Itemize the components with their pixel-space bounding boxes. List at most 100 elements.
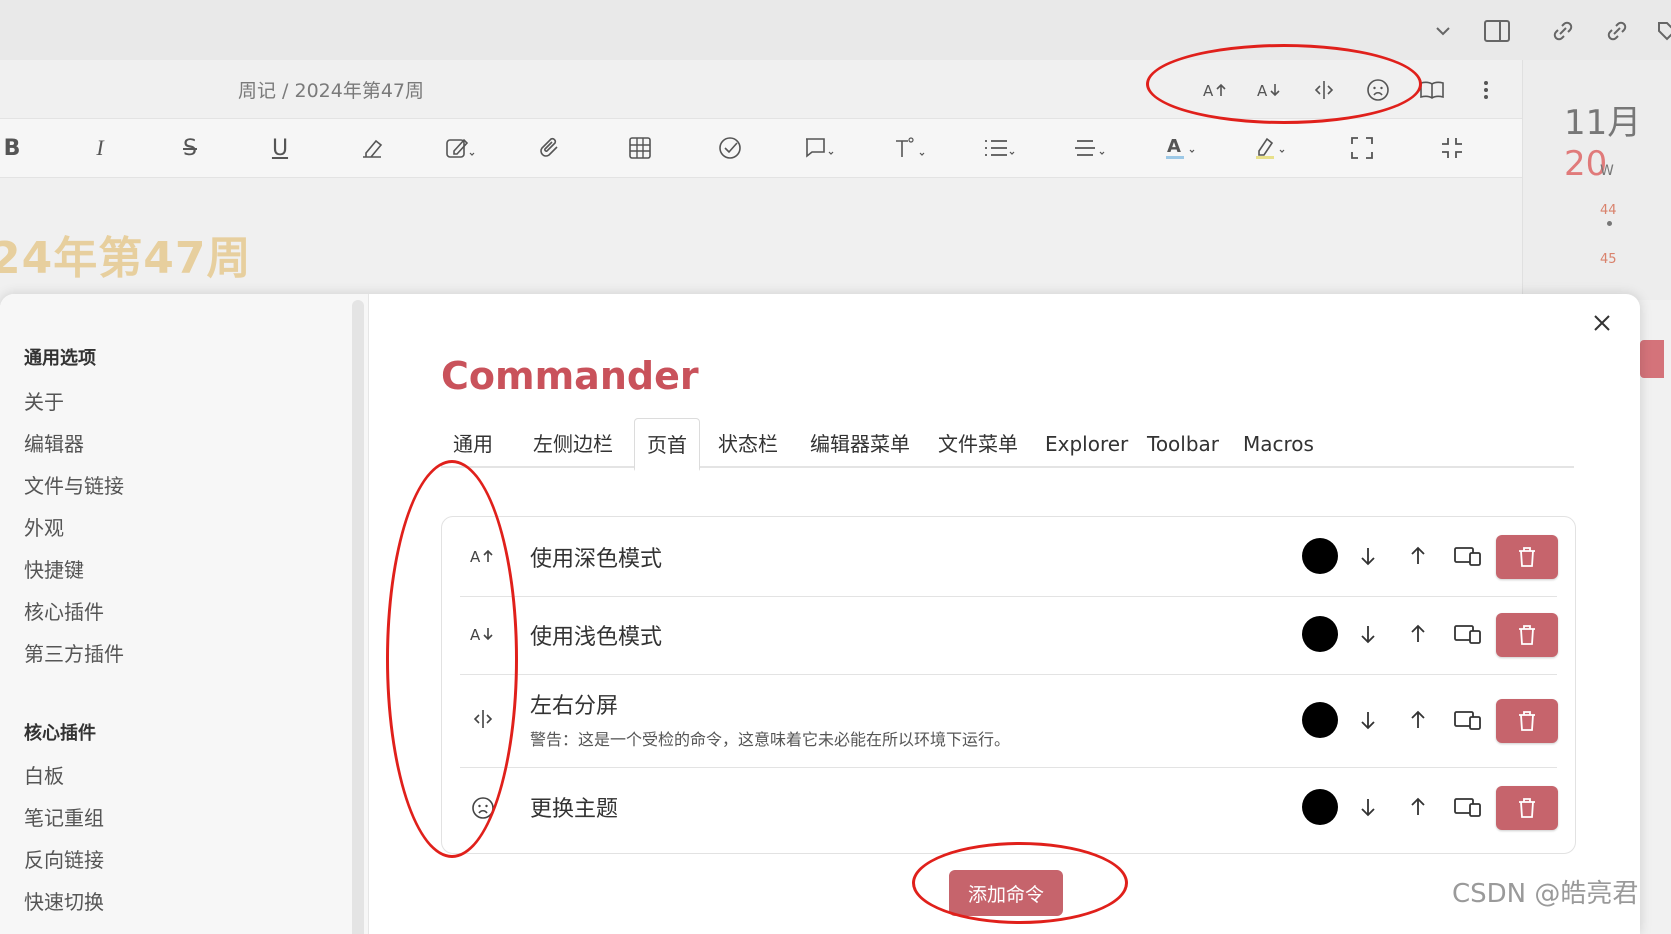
checkbox-icon[interactable]: [710, 129, 750, 167]
sidebar-item-core-plugins[interactable]: 核心插件: [24, 596, 104, 625]
sidebar-item-note-composer[interactable]: 笔记重组: [24, 802, 104, 831]
chevron-down-icon[interactable]: [1426, 14, 1460, 48]
list-icon[interactable]: [980, 129, 1020, 167]
delete-button[interactable]: [1496, 699, 1558, 743]
bold-icon[interactable]: B: [0, 129, 32, 167]
move-up-icon[interactable]: [1400, 789, 1436, 825]
svg-text:A: A: [1203, 82, 1214, 98]
tab-explorer[interactable]: Explorer: [1033, 424, 1140, 466]
sidebar-item-canvas[interactable]: 白板: [24, 760, 64, 789]
calendar-month-label: 11月: [1564, 103, 1642, 143]
highlighter-icon[interactable]: [1252, 129, 1292, 167]
delete-button[interactable]: [1496, 535, 1558, 579]
frown-face-icon[interactable]: [466, 791, 500, 825]
eraser-icon[interactable]: [352, 129, 392, 167]
tab-status-bar[interactable]: 状态栏: [706, 424, 790, 466]
trash-icon: [1519, 798, 1535, 818]
move-down-icon[interactable]: [1350, 789, 1386, 825]
sidebar-item-files-links[interactable]: 文件与链接: [24, 470, 124, 499]
font-color-icon[interactable]: A: [1162, 129, 1202, 167]
exit-fullscreen-icon[interactable]: [1432, 129, 1472, 167]
strikethrough-icon[interactable]: S: [170, 129, 210, 167]
command-list: A 使用深色模式 A 使用浅色模式 左右分屏 警告：这是一个受检的命令，这意味着…: [441, 516, 1576, 854]
list-item: A 使用浅色模式: [460, 596, 1558, 675]
fullscreen-icon[interactable]: [1342, 129, 1382, 167]
tab-page-header[interactable]: 页首: [634, 418, 700, 471]
split-view-icon[interactable]: [466, 702, 500, 736]
text-style-icon[interactable]: [890, 129, 930, 167]
font-size-increase-icon[interactable]: A: [466, 539, 500, 573]
sidebar-item-about[interactable]: 关于: [24, 386, 64, 415]
reading-view-icon[interactable]: [1414, 72, 1450, 108]
color-picker[interactable]: [1302, 789, 1338, 825]
tab-editor-menu[interactable]: 编辑器菜单: [798, 424, 922, 466]
tab-file-menu[interactable]: 文件菜单: [926, 424, 1030, 466]
settings-modal: 通用选项 关于 编辑器 文件与链接 外观 快捷键 核心插件 第三方插件 核心插件…: [0, 294, 1640, 934]
attachment-icon[interactable]: [530, 129, 570, 167]
calendar-week-number[interactable]: 44: [1600, 203, 1617, 218]
svg-text:A: A: [1167, 136, 1181, 157]
add-command-button[interactable]: 添加命令: [949, 870, 1063, 916]
link-in-icon[interactable]: [1546, 14, 1580, 48]
font-size-decrease-icon[interactable]: A: [466, 617, 500, 651]
command-name: 使用浅色模式: [530, 625, 663, 650]
comment-icon[interactable]: [800, 129, 840, 167]
tab-bar: 通用 左侧边栏 页首 状态栏 编辑器菜单 文件菜单 Explorer Toolb…: [441, 418, 1574, 471]
tab-general[interactable]: 通用: [441, 424, 505, 466]
command-name: 更换主题: [530, 797, 619, 822]
move-down-icon[interactable]: [1350, 538, 1386, 574]
list-item: 左右分屏 警告：这是一个受检的命令，这意味着它未必能在所以环境下运行。: [460, 674, 1558, 768]
italic-icon[interactable]: I: [80, 129, 120, 167]
calendar-month: 11月20: [1564, 95, 1671, 184]
device-mode-icon[interactable]: [1450, 702, 1486, 738]
color-picker[interactable]: [1302, 702, 1338, 738]
calendar-today-marker: [1640, 340, 1664, 378]
svg-text:A: A: [470, 626, 481, 642]
move-down-icon[interactable]: [1350, 702, 1386, 738]
align-icon[interactable]: [1070, 129, 1110, 167]
frown-face-icon[interactable]: [1360, 72, 1396, 108]
editing-toolbar: B I S U A: [0, 118, 1522, 178]
link-out-icon[interactable]: [1600, 14, 1634, 48]
device-mode-icon[interactable]: [1450, 616, 1486, 652]
breadcrumb[interactable]: 周记 / 2024年第47周: [238, 76, 424, 103]
tab-macros[interactable]: Macros: [1231, 424, 1326, 466]
command-name: 使用深色模式: [530, 547, 663, 572]
color-picker[interactable]: [1302, 538, 1338, 574]
sidebar-item-community-plugins[interactable]: 第三方插件: [24, 638, 124, 667]
sidebar-item-backlinks[interactable]: 反向链接: [24, 844, 104, 873]
underline-icon[interactable]: U: [260, 129, 300, 167]
tab-toolbar[interactable]: Toolbar: [1135, 424, 1231, 466]
color-picker[interactable]: [1302, 616, 1338, 652]
delete-button[interactable]: [1496, 786, 1558, 830]
watermark: CSDN @皓亮君: [1452, 879, 1639, 909]
sidebar-heading: 通用选项: [24, 348, 96, 369]
font-size-decrease-icon[interactable]: A: [1252, 72, 1288, 108]
delete-button[interactable]: [1496, 613, 1558, 657]
svg-text:A: A: [1257, 82, 1268, 98]
tab-left-ribbon[interactable]: 左侧边栏: [521, 424, 625, 466]
sidebar-item-editor[interactable]: 编辑器: [24, 428, 84, 457]
close-icon[interactable]: [1592, 310, 1612, 340]
sidebar-scrollbar[interactable]: [352, 300, 364, 934]
sidebar-toggle-icon[interactable]: [1480, 14, 1514, 48]
table-icon[interactable]: [620, 129, 660, 167]
sidebar-item-appearance[interactable]: 外观: [24, 512, 64, 541]
command-name: 左右分屏: [530, 694, 619, 719]
calendar-week-number[interactable]: 45: [1600, 252, 1617, 267]
device-mode-icon[interactable]: [1450, 789, 1486, 825]
device-mode-icon[interactable]: [1450, 538, 1486, 574]
calendar-note-dot: [1607, 221, 1612, 226]
calendar-weekday-header: W: [1600, 163, 1614, 179]
move-up-icon[interactable]: [1400, 616, 1436, 652]
move-down-icon[interactable]: [1350, 616, 1386, 652]
sidebar-item-quick-switcher[interactable]: 快速切换: [24, 886, 104, 915]
more-options-icon[interactable]: [1468, 72, 1504, 108]
tag-icon[interactable]: [1650, 14, 1671, 48]
edit-format-icon[interactable]: [440, 129, 480, 167]
sidebar-item-hotkeys[interactable]: 快捷键: [24, 554, 84, 583]
font-size-increase-icon[interactable]: A: [1198, 72, 1234, 108]
split-view-icon[interactable]: [1306, 72, 1342, 108]
move-up-icon[interactable]: [1400, 702, 1436, 738]
move-up-icon[interactable]: [1400, 538, 1436, 574]
